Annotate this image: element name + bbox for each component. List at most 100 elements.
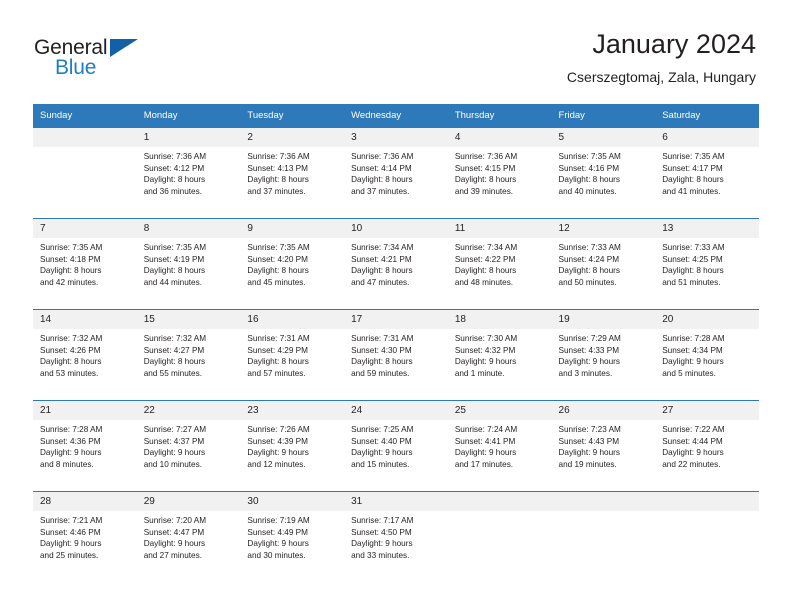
day-detail-sunrise: Sunrise: 7:36 AM [351, 152, 414, 161]
day-cell-inner: 3 Sunrise: 7:36 AM Sunset: 4:14 PM Daylight… [344, 128, 448, 218]
day-details: Sunrise: 7:36 AM Sunset: 4:14 PM Daylight:… [344, 147, 448, 197]
day-details: Sunrise: 7:22 AM Sunset: 4:44 PM Daylight:… [655, 420, 759, 470]
calendar-day-cell[interactable]: 8 Sunrise: 7:35 AM Sunset: 4:19 PM Daylight… [136, 218, 241, 310]
calendar-day-cell[interactable]: 22 Sunrise: 7:27 AM Sunset: 4:37 PM Dayligh… [136, 400, 241, 492]
calendar-day-cell[interactable]: 1 Sunrise: 7:36 AM Sunset: 4:12 PM Daylight… [136, 127, 241, 219]
day-detail-daylight-line1: Daylight: 9 hours [247, 448, 309, 458]
day-details: Sunrise: 7:21 AM Sunset: 4:46 PM Daylight:… [33, 511, 137, 561]
calendar-week-row: 21 Sunrise: 7:28 AM Sunset: 4:36 PM Dayligh… [33, 400, 759, 492]
calendar-day-cell[interactable]: 12 Sunrise: 7:33 AM Sunset: 4:24 PM Dayligh… [551, 218, 656, 310]
day-number: 15 [136, 310, 241, 329]
day-number: 3 [344, 128, 448, 147]
day-number: 13 [655, 219, 759, 238]
calendar-day-cell[interactable]: 21 Sunrise: 7:28 AM Sunset: 4:36 PM Dayligh… [33, 400, 137, 492]
day-number: 26 [551, 401, 656, 420]
day-cell-inner: 19 Sunrise: 7:29 AM Sunset: 4:33 PM Dayligh… [551, 310, 656, 400]
day-detail-sunset: Sunset: 4:43 PM [558, 436, 620, 446]
day-detail-daylight-line2: and 27 minutes. [143, 550, 202, 560]
calendar-day-cell[interactable]: 30 Sunrise: 7:19 AM Sunset: 4:49 PM Dayligh… [240, 491, 345, 582]
day-detail-daylight-line2: and 36 minutes. [143, 186, 202, 196]
day-cell-inner: 13 Sunrise: 7:33 AM Sunset: 4:25 PM Dayligh… [655, 219, 759, 309]
day-detail-daylight-line2: and 1 minute. [454, 368, 505, 378]
day-detail-sunset: Sunset: 4:16 PM [558, 163, 620, 173]
calendar-day-cell-empty [655, 491, 759, 582]
day-details: Sunrise: 7:35 AM Sunset: 4:20 PM Daylight:… [240, 238, 344, 288]
calendar-day-cell[interactable]: 16 Sunrise: 7:31 AM Sunset: 4:29 PM Dayligh… [240, 309, 345, 401]
day-cell-inner: 4 Sunrise: 7:36 AM Sunset: 4:15 PM Daylight… [447, 128, 552, 218]
day-details: Sunrise: 7:24 AM Sunset: 4:41 PM Daylight:… [448, 420, 552, 470]
calendar-day-cell[interactable]: 29 Sunrise: 7:20 AM Sunset: 4:47 PM Dayligh… [136, 491, 241, 582]
calendar-day-cell[interactable]: 31 Sunrise: 7:17 AM Sunset: 4:50 PM Dayligh… [344, 491, 448, 582]
calendar-day-cell[interactable]: 27 Sunrise: 7:22 AM Sunset: 4:44 PM Dayligh… [655, 400, 759, 492]
calendar-day-cell[interactable]: 4 Sunrise: 7:36 AM Sunset: 4:15 PM Daylight… [447, 127, 552, 219]
day-detail-sunset: Sunset: 4:46 PM [40, 527, 101, 537]
calendar-day-cell[interactable]: 10 Sunrise: 7:34 AM Sunset: 4:21 PM Dayligh… [344, 218, 448, 310]
calendar-day-cell[interactable]: 13 Sunrise: 7:33 AM Sunset: 4:25 PM Dayligh… [655, 218, 759, 310]
day-detail-sunrise: Sunrise: 7:25 AM [351, 425, 414, 434]
day-detail-sunset: Sunset: 4:32 PM [454, 345, 516, 355]
calendar-day-cell[interactable]: 17 Sunrise: 7:31 AM Sunset: 4:30 PM Dayligh… [344, 309, 448, 401]
day-detail-daylight-line2: and 51 minutes. [662, 277, 721, 287]
calendar-day-cell[interactable]: 25 Sunrise: 7:24 AM Sunset: 4:41 PM Dayligh… [447, 400, 552, 492]
weekday-header-monday: Monday [136, 104, 241, 128]
day-detail-sunset: Sunset: 4:26 PM [40, 345, 101, 355]
day-number: 19 [551, 310, 656, 329]
calendar-day-cell[interactable]: 11 Sunrise: 7:34 AM Sunset: 4:22 PM Dayligh… [447, 218, 552, 310]
day-cell-inner: 28 Sunrise: 7:21 AM Sunset: 4:46 PM Dayligh… [33, 492, 137, 582]
calendar-day-cell[interactable]: 5 Sunrise: 7:35 AM Sunset: 4:16 PM Daylight… [551, 127, 656, 219]
calendar-day-cell[interactable]: 19 Sunrise: 7:29 AM Sunset: 4:33 PM Dayligh… [551, 309, 656, 401]
weekday-header-tuesday: Tuesday [240, 104, 345, 128]
calendar-day-cell[interactable]: 9 Sunrise: 7:35 AM Sunset: 4:20 PM Daylight… [240, 218, 345, 310]
day-cell-inner: 26 Sunrise: 7:23 AM Sunset: 4:43 PM Dayligh… [551, 401, 656, 491]
calendar-day-cell[interactable]: 20 Sunrise: 7:28 AM Sunset: 4:34 PM Dayligh… [655, 309, 759, 401]
day-number: 12 [551, 219, 656, 238]
day-details: Sunrise: 7:32 AM Sunset: 4:27 PM Daylight:… [137, 329, 241, 379]
calendar-day-cell[interactable]: 28 Sunrise: 7:21 AM Sunset: 4:46 PM Dayligh… [33, 491, 137, 582]
day-detail-daylight-line2: and 41 minutes. [662, 186, 721, 196]
day-detail-sunset: Sunset: 4:18 PM [40, 254, 101, 264]
day-number: 29 [136, 492, 241, 511]
day-detail-sunset: Sunset: 4:40 PM [351, 436, 412, 446]
day-details: Sunrise: 7:34 AM Sunset: 4:22 PM Daylight:… [448, 238, 552, 288]
calendar-day-cell[interactable]: 18 Sunrise: 7:30 AM Sunset: 4:32 PM Dayligh… [447, 309, 552, 401]
day-details: Sunrise: 7:29 AM Sunset: 4:33 PM Daylight:… [552, 329, 656, 379]
day-details: Sunrise: 7:33 AM Sunset: 4:24 PM Daylight:… [552, 238, 656, 288]
day-cell-inner: 1 Sunrise: 7:36 AM Sunset: 4:12 PM Daylight… [136, 128, 241, 218]
day-detail-daylight-line1: Daylight: 8 hours [662, 175, 724, 185]
day-cell-inner: 8 Sunrise: 7:35 AM Sunset: 4:19 PM Daylight… [136, 219, 241, 309]
calendar-day-cell[interactable]: 6 Sunrise: 7:35 AM Sunset: 4:17 PM Daylight… [655, 127, 759, 219]
calendar-day-cell[interactable]: 23 Sunrise: 7:26 AM Sunset: 4:39 PM Dayligh… [240, 400, 345, 492]
calendar-day-cell[interactable]: 3 Sunrise: 7:36 AM Sunset: 4:14 PM Daylight… [344, 127, 448, 219]
calendar-day-cell[interactable]: 2 Sunrise: 7:36 AM Sunset: 4:13 PM Daylight… [240, 127, 345, 219]
day-details [448, 511, 552, 515]
day-number: 20 [655, 310, 759, 329]
calendar-day-cell[interactable]: 14 Sunrise: 7:32 AM Sunset: 4:26 PM Dayligh… [33, 309, 137, 401]
day-cell-inner: 16 Sunrise: 7:31 AM Sunset: 4:29 PM Dayligh… [240, 310, 345, 400]
day-details: Sunrise: 7:36 AM Sunset: 4:15 PM Daylight:… [448, 147, 552, 197]
calendar-day-cell[interactable]: 15 Sunrise: 7:32 AM Sunset: 4:27 PM Dayligh… [136, 309, 241, 401]
day-number: 17 [344, 310, 448, 329]
day-detail-daylight-line2: and 12 minutes. [247, 459, 306, 469]
day-detail-sunset: Sunset: 4:15 PM [454, 163, 516, 173]
day-detail-daylight-line1: Daylight: 8 hours [247, 357, 309, 367]
day-detail-sunrise: Sunrise: 7:19 AM [247, 516, 310, 525]
calendar-day-cell[interactable]: 24 Sunrise: 7:25 AM Sunset: 4:40 PM Dayligh… [344, 400, 448, 492]
calendar-day-cell[interactable]: 7 Sunrise: 7:35 AM Sunset: 4:18 PM Daylight… [33, 218, 137, 310]
day-details: Sunrise: 7:30 AM Sunset: 4:32 PM Daylight:… [448, 329, 552, 379]
calendar-day-cell-empty [447, 491, 552, 582]
day-detail-daylight-line2: and 19 minutes. [558, 459, 617, 469]
day-details: Sunrise: 7:35 AM Sunset: 4:18 PM Daylight:… [33, 238, 137, 288]
day-detail-daylight-line1: Daylight: 9 hours [143, 448, 206, 458]
day-number: 21 [33, 401, 137, 420]
day-detail-sunrise: Sunrise: 7:30 AM [454, 334, 518, 343]
day-detail-daylight-line1: Daylight: 9 hours [351, 448, 413, 458]
day-detail-daylight-line1: Daylight: 9 hours [662, 448, 724, 458]
day-details: Sunrise: 7:32 AM Sunset: 4:26 PM Daylight:… [33, 329, 137, 379]
day-detail-daylight-line1: Daylight: 8 hours [40, 266, 102, 276]
day-number [655, 492, 759, 511]
day-detail-daylight-line1: Daylight: 8 hours [40, 357, 102, 367]
calendar-day-cell[interactable]: 26 Sunrise: 7:23 AM Sunset: 4:43 PM Dayligh… [551, 400, 656, 492]
day-detail-sunset: Sunset: 4:41 PM [454, 436, 516, 446]
day-detail-sunrise: Sunrise: 7:27 AM [143, 425, 207, 434]
day-detail-daylight-line2: and 57 minutes. [247, 368, 306, 378]
